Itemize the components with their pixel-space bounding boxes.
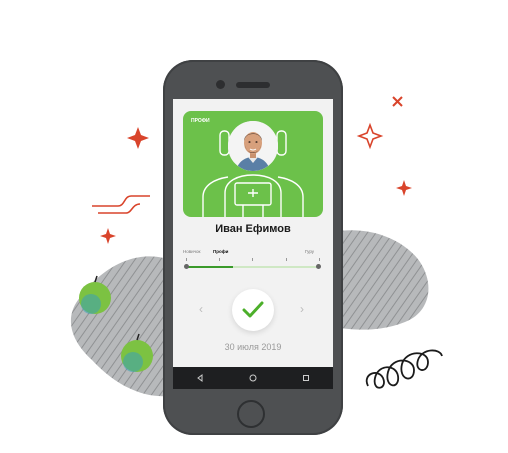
- level-tick: [252, 258, 253, 261]
- profile-card[interactable]: ПРОФИ: [183, 111, 323, 217]
- back-button[interactable]: [189, 367, 211, 389]
- home-circle-icon: [249, 374, 257, 382]
- phone-screen: ПРОФИ Иван Ефимов Новичок Профи Гуру ‹ ›…: [173, 99, 333, 389]
- phone-device: ПРОФИ Иван Ефимов Новичок Профи Гуру ‹ ›…: [163, 60, 343, 435]
- card-level-label: ПРОФИ: [191, 118, 210, 124]
- cross-icon: [392, 96, 403, 107]
- home-button[interactable]: [242, 367, 264, 389]
- scribble: [365, 349, 443, 389]
- level-tick: [319, 258, 320, 261]
- progress-end-dot: [316, 264, 321, 269]
- level-label-pro: Профи: [213, 249, 229, 254]
- level-label-novice: Новичок: [183, 249, 201, 254]
- confirm-button[interactable]: [232, 289, 274, 331]
- date-label: 30 июля 2019: [224, 342, 282, 352]
- squiggle-left: [92, 195, 150, 207]
- user-name: Иван Ефимов: [215, 223, 291, 235]
- level-label-guru: Гуру: [305, 249, 315, 254]
- level-progress: Новичок Профи Гуру: [183, 249, 323, 279]
- checkmark-icon: [242, 301, 264, 318]
- level-tick: [186, 258, 187, 261]
- front-camera: [216, 80, 225, 89]
- level-tick: [286, 258, 287, 261]
- earpiece-speaker: [236, 82, 270, 88]
- avatar: [228, 121, 278, 171]
- android-nav-bar: [173, 367, 333, 389]
- progress-start-dot: [184, 264, 189, 269]
- progress-fill: [186, 266, 233, 268]
- recents-square-icon: [303, 375, 310, 381]
- level-tick: [219, 258, 220, 261]
- physical-home-button[interactable]: [237, 400, 265, 428]
- chevron-right-icon[interactable]: ›: [300, 302, 304, 316]
- recents-button[interactable]: [295, 367, 317, 389]
- back-triangle-icon: [196, 374, 203, 382]
- hatched-blob-right: [333, 230, 429, 330]
- chevron-left-icon[interactable]: ‹: [199, 302, 203, 316]
- user-photo: [228, 121, 278, 171]
